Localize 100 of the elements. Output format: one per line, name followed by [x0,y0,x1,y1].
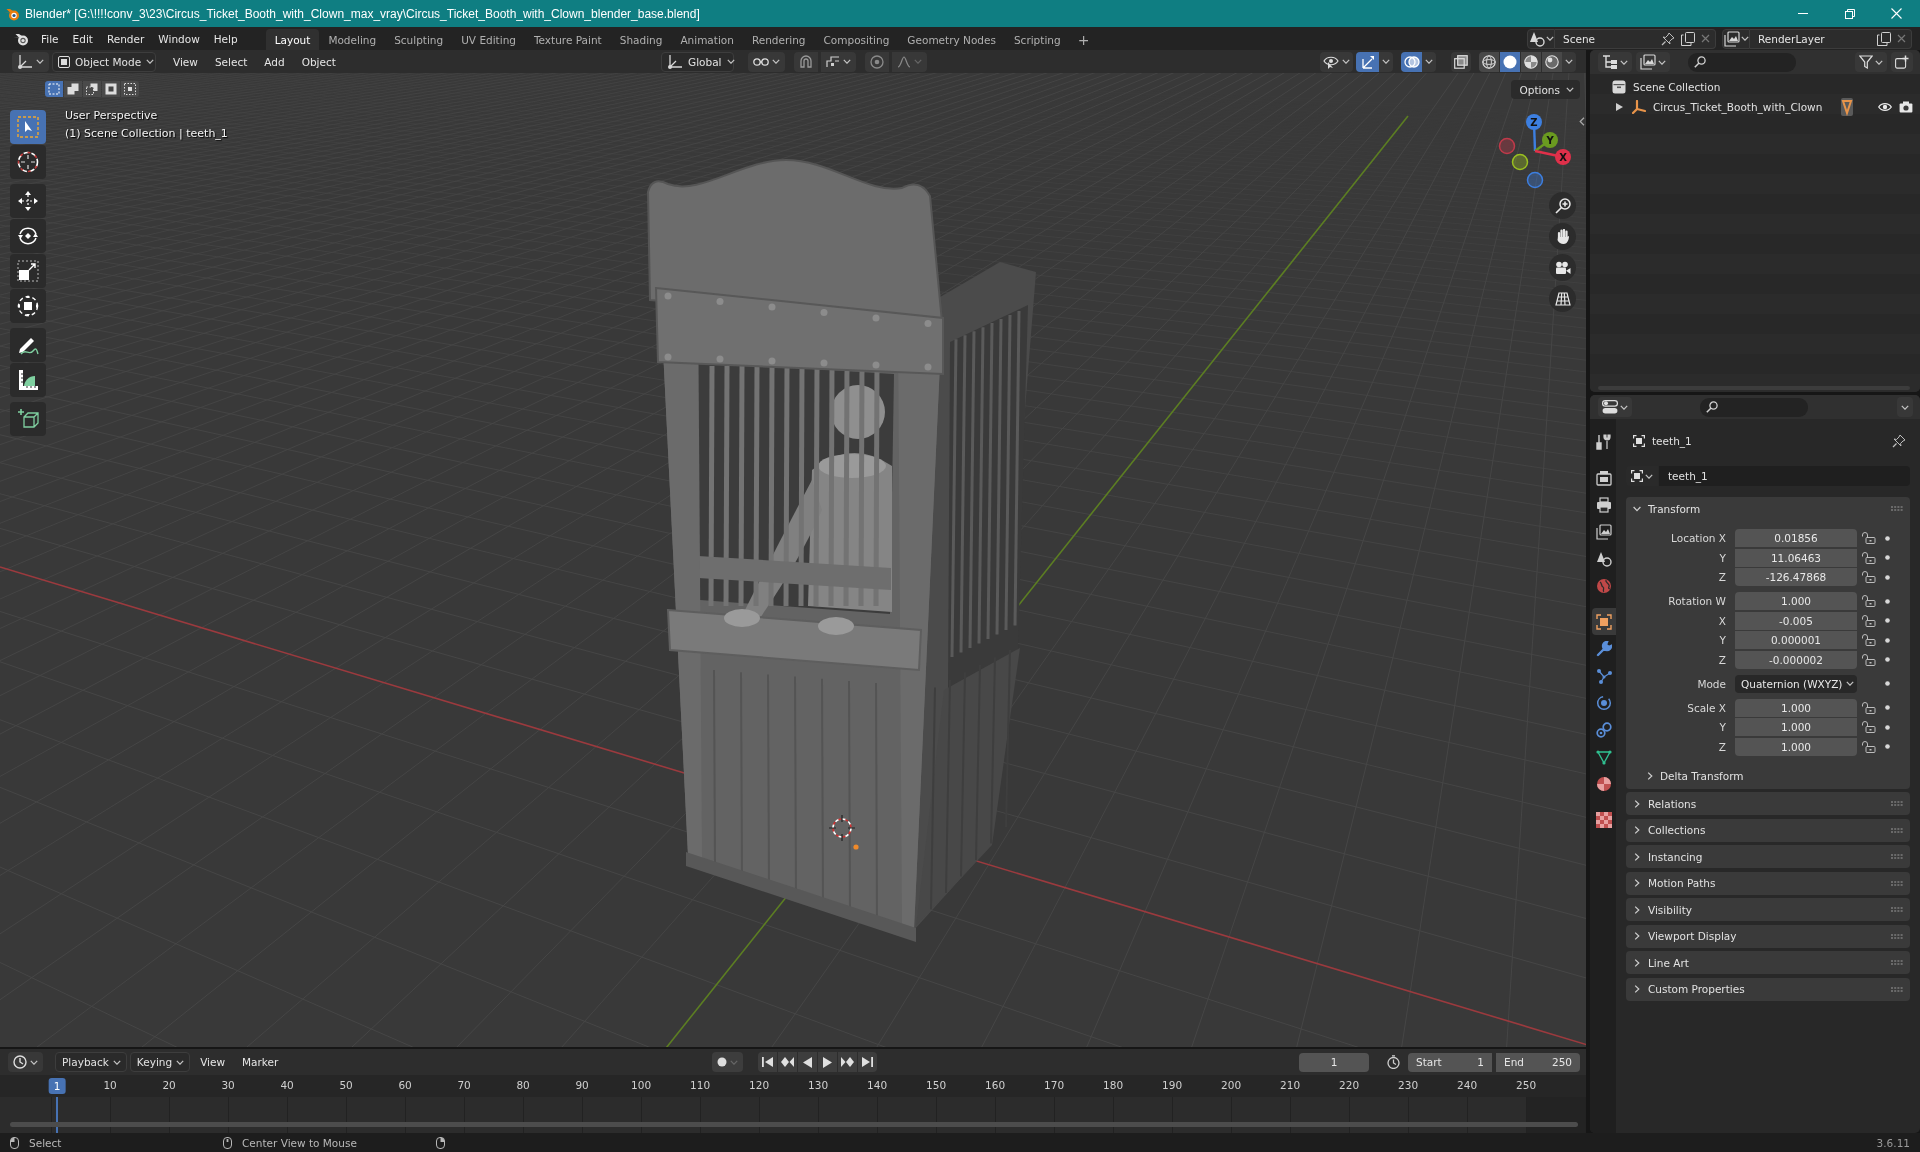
panel-header[interactable]: Instancing [1626,845,1910,868]
options-dropdown-button[interactable] [1897,397,1913,417]
end-frame-field[interactable]: End 250 [1496,1052,1580,1072]
frame-ruler[interactable]: 1 10 20 30 40 50 60 70 80 90 100 110 120 130 140 150 160 170 180 190 200 210 220 230 240 250 [0,1075,1586,1097]
previous-keyframe-button[interactable] [777,1052,797,1072]
display-mode-button[interactable] [1636,52,1670,72]
search-field[interactable] [1688,52,1796,72]
number-field[interactable]: -0.000002 [1735,650,1857,669]
properties-tab[interactable] [1592,608,1616,635]
pin-icon[interactable] [1661,31,1675,46]
subpanel-header[interactable]: Delta Transform [1626,765,1910,786]
padlock-icon[interactable] [1862,571,1876,583]
padlock-icon[interactable] [1862,701,1876,714]
menu-dropdown[interactable]: Playback [55,1052,127,1072]
menu-item[interactable]: View [166,51,205,72]
close-icon[interactable] [1897,34,1906,43]
negative-axis-handle[interactable] [1511,153,1529,171]
dot-icon[interactable] [1885,637,1890,643]
view-layer-field[interactable]: RenderLayer [1750,28,1912,49]
scene-selector-button[interactable] [1527,28,1555,49]
menu-item[interactable]: View [193,1052,233,1072]
outliner-item[interactable]: Circus_Ticket_Booth_with_Clown [1632,97,1823,117]
view-layer-selector-button[interactable] [1722,28,1750,49]
workspace-tab[interactable]: Geometry Nodes [898,29,1005,50]
menu-item[interactable]: Render [99,28,152,49]
overlays-toggle[interactable] [1401,51,1422,72]
shading-mode-button[interactable] [1521,51,1541,72]
jump-start-button[interactable] [757,1052,777,1072]
jump-end-button[interactable] [857,1052,877,1072]
editor-type-button[interactable] [8,1052,43,1072]
mode-dropdown[interactable]: Object Mode [52,51,156,72]
stopwatch-icon[interactable] [1387,1055,1400,1069]
padlock-icon[interactable] [1862,595,1876,607]
pan-button[interactable] [1549,223,1576,250]
panel-header[interactable]: Transform [1626,497,1910,520]
padlock-icon[interactable] [1862,614,1876,627]
dot-icon[interactable] [1885,574,1890,580]
xray-toggle[interactable] [1451,51,1471,72]
shading-mode-button[interactable] [1500,51,1520,72]
playhead-frame[interactable]: 1 [48,1078,66,1094]
panel-header[interactable]: Collections [1626,818,1910,842]
menu-item[interactable]: Window [151,28,207,49]
snap-target-button[interactable] [821,51,856,72]
tool-button[interactable] [10,328,46,362]
perspective-toggle-button[interactable] [1549,285,1576,312]
workspace-tab[interactable]: Animation [671,29,743,50]
number-field[interactable]: 0.000001 [1735,631,1857,649]
number-field[interactable]: 1.000 [1735,592,1857,610]
shading-mode-button[interactable] [1479,51,1499,72]
mode-dropdown[interactable]: Quaternion (WXYZ) [1735,674,1857,693]
number-field[interactable]: -126.47868 [1735,568,1857,586]
copy-icon[interactable] [1877,31,1891,46]
workspace-tab[interactable]: Texture Paint [524,29,611,50]
selection-mode-button[interactable] [121,81,139,97]
menu-item[interactable]: Edit [65,28,100,49]
panel-header[interactable]: Custom Properties [1626,977,1910,1001]
dot-icon[interactable] [1885,535,1890,541]
camera-view-button[interactable] [1549,254,1576,281]
copy-icon[interactable] [1681,31,1695,46]
number-field[interactable]: -0.005 [1735,611,1857,630]
auto-keying-button[interactable] [711,1052,743,1072]
padlock-icon[interactable] [1862,532,1876,544]
overlays-menu-button[interactable] [1422,51,1436,72]
tool-button[interactable] [10,184,46,218]
menu-dropdown[interactable]: Keying [129,1052,191,1072]
panel-header[interactable]: Line Art [1626,951,1910,974]
padlock-icon[interactable] [1862,634,1876,646]
number-field[interactable]: 1.000 [1735,718,1857,736]
scene-field[interactable]: Scene [1555,28,1716,49]
dot-icon[interactable] [1885,724,1890,730]
start-frame-field[interactable]: Start 1 [1408,1052,1492,1072]
orientation-dropdown[interactable]: Global [661,51,734,72]
current-frame-field[interactable]: 1 [1299,1052,1369,1072]
dot-icon[interactable] [1885,681,1890,686]
workspace-tab[interactable]: Compositing [814,29,899,50]
camera-icon[interactable] [1899,101,1914,113]
pin-icon[interactable] [1892,434,1906,448]
timeline-scrollbar[interactable] [10,1122,1578,1127]
panel-header[interactable]: Visibility [1626,898,1910,921]
play-reverse-button[interactable] [797,1052,817,1072]
play-button[interactable] [817,1052,837,1072]
tool-button[interactable] [10,145,46,179]
number-field[interactable]: 1.000 [1735,698,1857,717]
workspace-tab[interactable]: Shading [610,29,672,50]
menu-item[interactable]: Marker [235,1052,286,1072]
negative-axis-handle[interactable] [1498,137,1516,155]
pivot-button[interactable] [748,51,785,72]
search-field[interactable] [1700,397,1808,417]
workspace-tab[interactable]: Layout [265,29,320,50]
panel-header[interactable]: Motion Paths [1626,871,1910,895]
selection-mode-button[interactable] [102,81,120,97]
proportional-edit-toggle[interactable] [865,51,889,72]
tool-button[interactable] [10,363,46,397]
dot-icon[interactable] [1885,598,1890,604]
dot-icon[interactable] [1885,705,1890,710]
eye-icon[interactable] [1878,102,1893,112]
menu-item[interactable]: Select [207,51,255,72]
workspace-tab[interactable]: Rendering [742,29,815,50]
object-name-field[interactable]: teeth_1 [1659,466,1910,486]
expand-triangle-right-icon[interactable] [1615,103,1623,111]
